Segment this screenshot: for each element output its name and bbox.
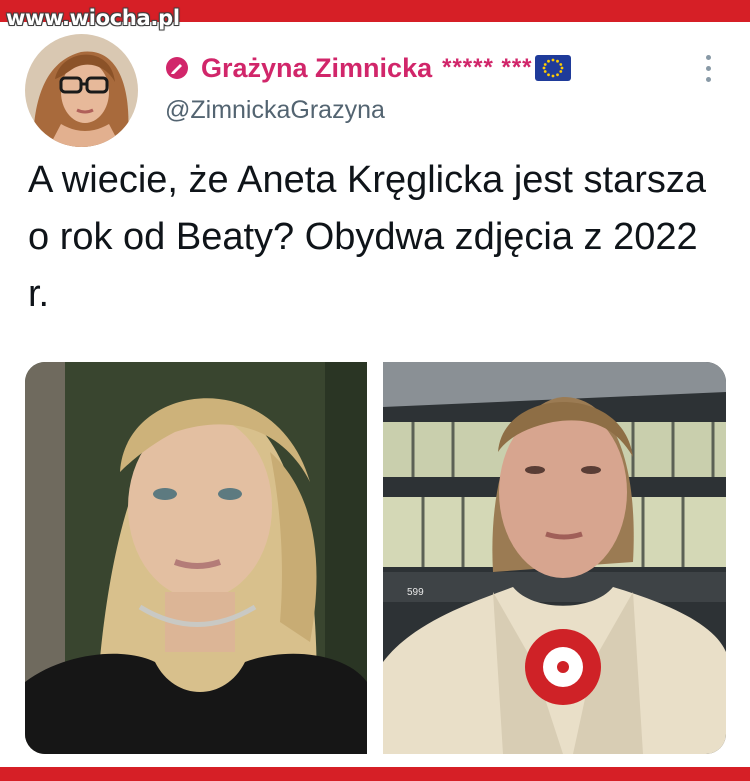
more-options-icon[interactable] [695, 48, 721, 88]
more-dot [705, 65, 711, 71]
author-name-suffix: ***** *** [442, 54, 533, 81]
eu-flag-icon [534, 55, 571, 81]
more-dot [705, 54, 711, 60]
tweet-photo-right[interactable]: 599 [383, 362, 726, 754]
author-display-name[interactable]: Grażyna Zimnicka [201, 53, 432, 84]
site-watermark: www.wiocha.pl [6, 6, 180, 30]
author-handle[interactable]: @ZimnickaGrazyna [165, 96, 385, 125]
more-dot [705, 76, 711, 82]
tweet-photo-left[interactable] [25, 362, 367, 754]
tweet-text: A wiecie, że Aneta Kręglicka jest starsz… [28, 159, 706, 315]
author-name-row: Grażyna Zimnicka ***** *** [165, 50, 571, 86]
seat-number: 599 [407, 587, 424, 598]
site-bottom-bar [0, 767, 750, 781]
avatar[interactable] [25, 34, 138, 147]
verified-badge-icon [166, 57, 188, 79]
